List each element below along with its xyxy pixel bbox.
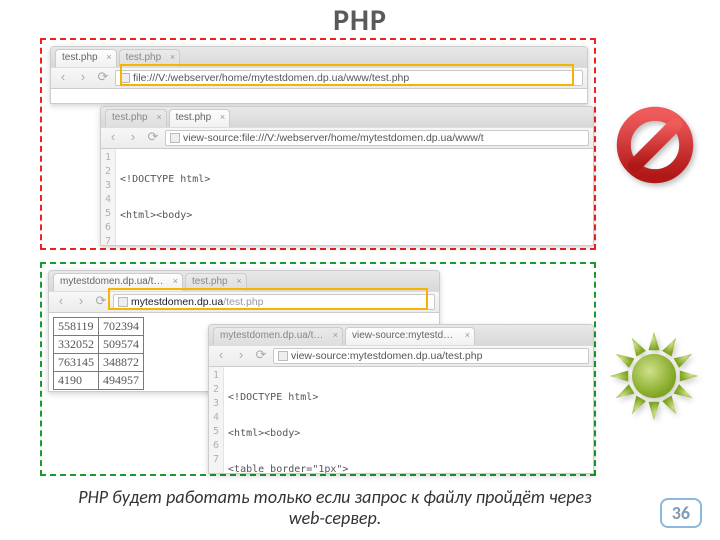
tab-inactive[interactable]: test.php × (105, 109, 167, 127)
close-icon[interactable]: × (170, 52, 175, 62)
tab-inactive[interactable]: test.php × (185, 273, 247, 291)
forward-icon[interactable]: › (75, 70, 91, 86)
tab-bar: mytestdomen.dp.ua/test × test.php × (49, 271, 439, 291)
address-bar: ‹ › ⟳ mytestdomen.dp.ua/test.php (49, 291, 439, 313)
close-icon[interactable]: × (173, 276, 178, 286)
tab-label: test.php (112, 112, 148, 123)
browser-bad-page: test.php × test.php × ‹ › ⟳ file:///V:/web… (50, 46, 588, 104)
tab-label: mytestdomen.dp.ua/test (220, 330, 327, 341)
tab-active[interactable]: test.php × (55, 49, 117, 67)
page-icon (278, 351, 288, 361)
forward-icon[interactable]: › (73, 294, 89, 310)
browser-bad-source: test.php × test.php × ‹ › ⟳ view-source:fi… (100, 106, 594, 246)
tab-active[interactable]: test.php × (169, 109, 231, 127)
close-icon[interactable]: × (220, 112, 225, 122)
reload-icon[interactable]: ⟳ (145, 130, 161, 146)
page-number-badge: 36 (660, 498, 702, 528)
url-field[interactable]: view-source:file:///V:/webserver/home/my… (165, 130, 589, 146)
table-row: 763145348872 (54, 354, 144, 372)
url-field[interactable]: mytestdomen.dp.ua/test.php (113, 294, 435, 310)
tab-bar: test.php × test.php × (51, 47, 587, 67)
tab-active[interactable]: view-source:mytestdomen× (345, 327, 475, 345)
caption: PHP будет работать только если запрос к … (60, 487, 610, 530)
code-line: <!DOCTYPE html> (120, 173, 594, 187)
code-line: <table border="1px"> (228, 463, 463, 474)
code-line: <table border="1px"> (120, 245, 594, 246)
panel-bad: test.php × test.php × ‹ › ⟳ file:///V:/web… (40, 38, 596, 250)
page-icon (170, 133, 180, 143)
close-icon[interactable]: × (156, 112, 161, 122)
page-title: PHP (0, 0, 720, 39)
url-host: mytestdomen.dp.ua (131, 296, 223, 308)
address-bar: ‹ › ⟳ view-source:file:///V:/webserver/h… (101, 127, 593, 149)
result-table: 558119702394 332052509574 763145348872 4… (53, 317, 144, 390)
url-field[interactable]: view-source:mytestdomen.dp.ua/test.php (273, 348, 589, 364)
url-field[interactable]: file:///V:/webserver/home/mytestdomen.dp… (115, 70, 583, 86)
tab-label: test.php (126, 52, 162, 63)
close-icon[interactable]: × (465, 330, 470, 340)
table-row: 4190494957 (54, 372, 144, 390)
tab-inactive[interactable]: test.php × (119, 49, 181, 67)
close-icon[interactable]: × (106, 52, 111, 62)
forward-icon[interactable]: › (233, 348, 249, 364)
url-text: view-source:file:///V:/webserver/home/my… (183, 132, 484, 144)
forbidden-icon (616, 106, 694, 184)
back-icon[interactable]: ‹ (53, 294, 69, 310)
page-icon (118, 297, 128, 307)
panel-good: mytestdomen.dp.ua/test × test.php × ‹ › ⟳ … (40, 262, 596, 476)
tab-label: test.php (192, 276, 228, 287)
url-text: view-source:mytestdomen.dp.ua/test.php (291, 350, 482, 362)
code-line: <!DOCTYPE html> (228, 391, 463, 405)
reload-icon[interactable]: ⟳ (95, 70, 111, 86)
source-code: 12345678 <!DOCTYPE html> <html><body> <t… (101, 149, 593, 246)
url-text: file:///V:/webserver/home/mytestdomen.dp… (133, 72, 409, 84)
page-icon (120, 73, 130, 83)
table-row: 558119702394 (54, 318, 144, 336)
code-line: <html><body> (120, 209, 594, 223)
tab-inactive[interactable]: mytestdomen.dp.ua/test × (213, 327, 343, 345)
browser-good-source: mytestdomen.dp.ua/test × view-source:myte… (208, 324, 594, 474)
source-code: 1234567 <!DOCTYPE html> <html><body> <ta… (209, 367, 593, 474)
forward-icon[interactable]: › (125, 130, 141, 146)
tab-label: test.php (62, 52, 98, 63)
address-bar: ‹ › ⟳ file:///V:/webserver/home/mytestdo… (51, 67, 587, 89)
tab-label: test.php (176, 112, 212, 123)
reload-icon[interactable]: ⟳ (93, 294, 109, 310)
close-icon[interactable]: × (333, 330, 338, 340)
tab-bar: test.php × test.php × (101, 107, 593, 127)
code-line: <html><body> (228, 427, 463, 441)
back-icon[interactable]: ‹ (105, 130, 121, 146)
url-path: /test.php (223, 296, 263, 308)
tab-bar: mytestdomen.dp.ua/test × view-source:myte… (209, 325, 593, 345)
sun-icon (608, 330, 700, 422)
back-icon[interactable]: ‹ (55, 70, 71, 86)
tab-label: mytestdomen.dp.ua/test (60, 276, 167, 287)
address-bar: ‹ › ⟳ view-source:mytestdomen.dp.ua/test… (209, 345, 593, 367)
close-icon[interactable]: × (236, 276, 241, 286)
tab-active[interactable]: mytestdomen.dp.ua/test × (53, 273, 183, 291)
tab-label: view-source:mytestdomen (352, 330, 468, 341)
back-icon[interactable]: ‹ (213, 348, 229, 364)
table-row: 332052509574 (54, 336, 144, 354)
reload-icon[interactable]: ⟳ (253, 348, 269, 364)
